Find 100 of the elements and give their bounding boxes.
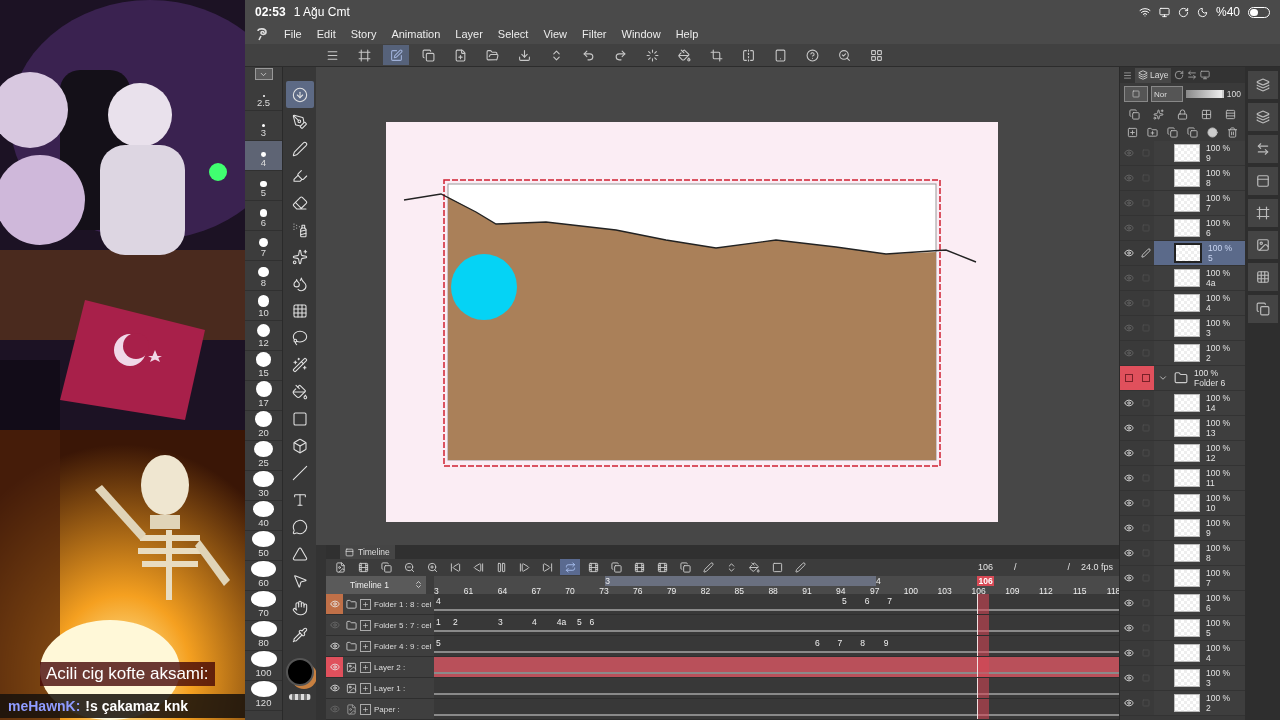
layer-row[interactable]: 100 % 8 [1154, 541, 1245, 565]
layer-row[interactable]: 100 % 4 [1154, 641, 1245, 665]
brush-size-item[interactable]: 25 [245, 441, 282, 471]
layer-row[interactable]: 100 % 2 [1154, 341, 1245, 365]
brush-size-item[interactable]: 12 [245, 321, 282, 351]
opacity-value[interactable]: 100 [1226, 89, 1241, 99]
cel-label: 7 [837, 638, 843, 648]
timeline-tab[interactable]: Timeline [340, 545, 395, 559]
layer-row[interactable]: 100 % 2 [1154, 691, 1245, 715]
track-name: Folder 1 : 8 : cel [374, 599, 432, 609]
layer-row[interactable]: 100 % 4 [1154, 291, 1245, 315]
cel-label: 8 [860, 638, 865, 648]
cel-label: 6 [815, 638, 820, 648]
menu-item[interactable]: Animation [391, 28, 441, 40]
menu-item[interactable]: View [543, 28, 568, 40]
menu-item[interactable]: Window [621, 28, 661, 40]
frame-number: 88 [768, 585, 778, 594]
cel-label: 5 [436, 638, 441, 648]
cel-label: 3 [498, 617, 503, 627]
frame-number: 112 [1039, 585, 1053, 594]
brush-size-item[interactable]: 70 [245, 591, 282, 621]
frame-divider: / [1067, 562, 1070, 573]
brush-size-item[interactable]: 30 [245, 471, 282, 501]
video-caption: Acili cig kofte aksami: [40, 662, 215, 686]
brush-size-item[interactable]: 15 [245, 351, 282, 381]
cel-label: 6 [864, 596, 870, 606]
menu-item[interactable]: Select [497, 28, 529, 40]
cel-label: 4 [531, 617, 537, 627]
brush-size-item[interactable]: 50 [245, 531, 282, 561]
track-lane[interactable]: 4 5 6 7 [434, 594, 1119, 614]
brush-size-item[interactable]: 10 [245, 291, 282, 321]
chat-username: meHawnK: [8, 698, 81, 714]
cel-label: 7 [887, 596, 892, 606]
track-lane[interactable]: 5 6 7 8 9 [434, 636, 1119, 656]
layer-row[interactable]: 100 % 7 [1154, 566, 1245, 590]
timeline-select[interactable]: Timeline 1 [326, 575, 426, 594]
frame-number: 79 [666, 585, 677, 594]
frame-number: 76 [633, 585, 643, 594]
frame-rate: 24.0 fps [1080, 562, 1113, 573]
brush-size-item[interactable]: 4 [245, 141, 282, 171]
frame-divider: / [1013, 562, 1017, 573]
chat-message: !s çakamaz knk [85, 698, 189, 714]
brush-size-item[interactable]: 80 [245, 621, 282, 651]
cel-label: 6 [589, 617, 595, 627]
frame-number: 82 [700, 585, 711, 594]
brush-size-item[interactable]: 40 [245, 501, 282, 531]
layer-row[interactable]: 100 % 5 [1154, 616, 1245, 640]
brush-size-item[interactable]: 20 [245, 411, 282, 441]
brush-size-item[interactable]: 60 [245, 561, 282, 591]
layer-row[interactable]: 100 % 9 [1154, 516, 1245, 540]
layer-row[interactable]: 100 % 9 [1154, 141, 1245, 165]
layer-row[interactable]: 100 % 12 [1154, 441, 1245, 465]
brush-size-item[interactable]: 100 [245, 651, 282, 681]
layer-row[interactable]: 100 % 4a [1154, 266, 1245, 290]
section-label: 4 [875, 575, 881, 586]
layer-row[interactable]: 100 % 3 [1154, 666, 1245, 690]
brush-size-item[interactable]: 7 [245, 231, 282, 261]
track-name: Layer 2 : [374, 662, 406, 672]
frame-number: 109 [1005, 585, 1020, 594]
layer-row[interactable]: 100 % 5 [1154, 241, 1245, 265]
layer-row[interactable]: 100 % 6 [1154, 216, 1245, 240]
brush-size-item[interactable]: 2.5 [245, 81, 282, 111]
cel-label: 1 [436, 617, 441, 627]
layer-row[interactable]: 100 % 11 [1154, 466, 1245, 490]
track-name: Layer 1 : [374, 683, 406, 693]
menu-item[interactable]: Edit [316, 28, 336, 40]
blend-mode-select[interactable]: Nor [1151, 86, 1183, 102]
frame-number: 115 [1072, 585, 1087, 594]
menu-item[interactable]: Filter [582, 28, 607, 40]
layer-tab[interactable]: Laye [1135, 67, 1172, 83]
cel-label: 4a [556, 617, 567, 627]
frame-number: 64 [497, 585, 508, 594]
layer-row[interactable]: 100 % 13 [1154, 416, 1245, 440]
playhead-marker[interactable]: 106 [977, 575, 994, 586]
layer-row[interactable]: 100 % 14 [1154, 391, 1245, 415]
brush-size-item[interactable]: 8 [245, 261, 282, 291]
layer-row[interactable]: 100 % 3 [1154, 316, 1245, 340]
brush-size-item[interactable]: 17 [245, 381, 282, 411]
frame-number: 85 [734, 585, 744, 594]
track-lane[interactable]: 1 2 3 4 4a 5 6 [434, 615, 1119, 635]
frame-number: 103 [937, 585, 952, 594]
menu-item[interactable]: Story [350, 28, 377, 40]
cel-label: 4 [436, 596, 441, 606]
track-name: Folder 4 : 9 : cel [374, 641, 432, 651]
cel-label: 5 [842, 596, 847, 606]
menu-item[interactable]: Layer [455, 28, 483, 40]
menu-item[interactable]: Help [675, 28, 699, 40]
layer-row[interactable]: 100 % 7 [1154, 191, 1245, 215]
layer-row[interactable]: 100 % 8 [1154, 166, 1245, 190]
brush-size-item[interactable]: 5 [245, 171, 282, 201]
cel-label: 2 [452, 617, 458, 627]
clock: 02:53 [255, 5, 286, 19]
menu-item[interactable]: File [284, 28, 302, 40]
frame-number: 67 [531, 585, 541, 594]
layer-row[interactable]: 100 % 10 [1154, 491, 1245, 515]
folder-row[interactable]: 100 % Folder 6 [1154, 366, 1245, 390]
date: 1 Ağu Cmt [293, 5, 350, 19]
brush-size-item[interactable]: 6 [245, 201, 282, 231]
layer-row[interactable]: 100 % 6 [1154, 591, 1245, 615]
brush-size-item[interactable]: 120 [245, 681, 282, 711]
